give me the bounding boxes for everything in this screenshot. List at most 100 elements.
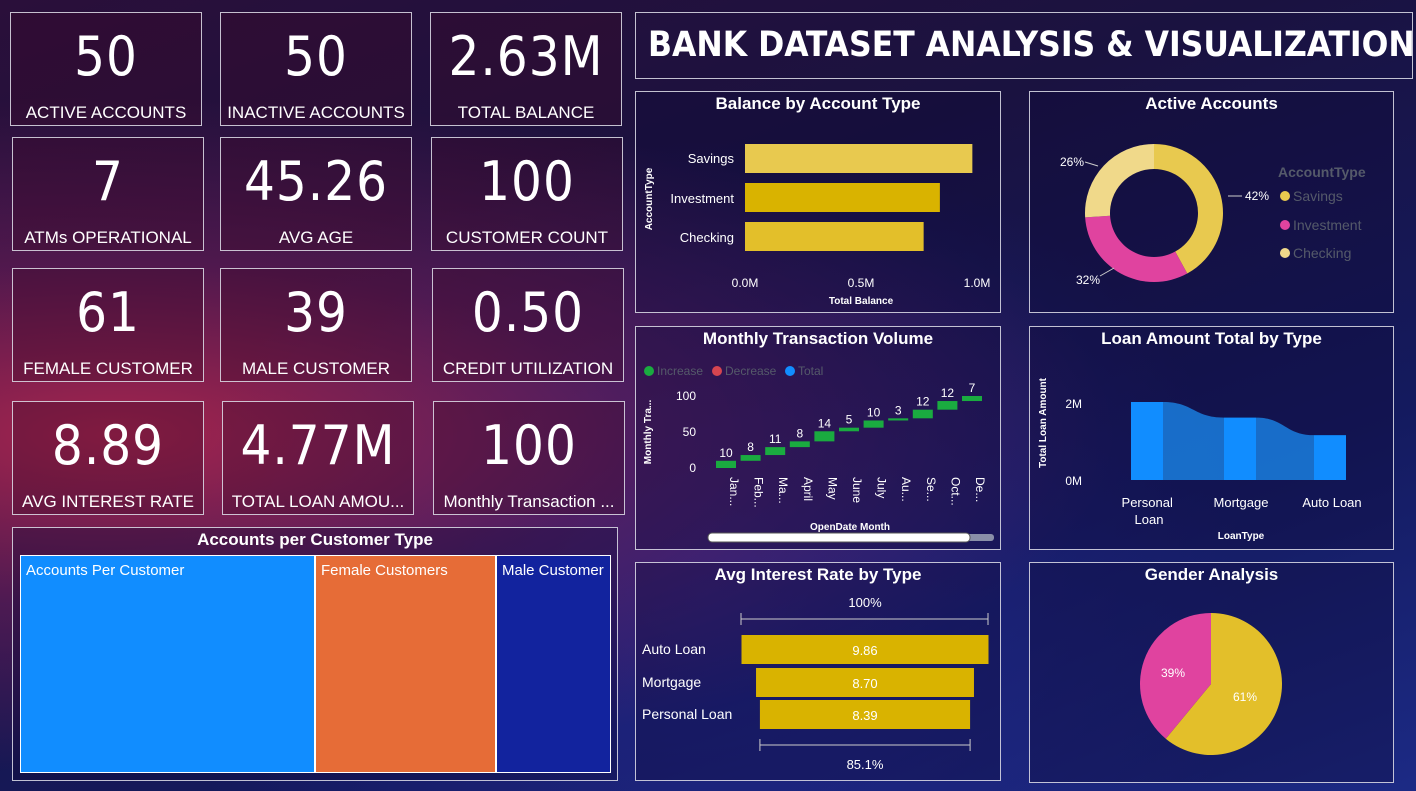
category-label: Auto Loan (642, 641, 706, 657)
treemap-label: Male Customer (502, 562, 604, 579)
x-axis-label: Total Balance (829, 296, 894, 307)
loan-bar-auto (1314, 435, 1346, 480)
kpi-card-monthly-transaction: 100 Monthly Transaction ... (433, 401, 625, 515)
interest-rate-panel: Avg Interest Rate by Type 100% Auto Loan… (635, 562, 1001, 781)
balance-chart-panel: Balance by Account Type AccountType Savi… (635, 91, 1001, 313)
waterfall-bar (789, 441, 810, 448)
category-label-line: Personal (1122, 495, 1173, 510)
kpi-value: 50 (74, 25, 138, 88)
waterfall-value-label: 10 (867, 405, 881, 419)
dashboard-header: BANK DATASET ANALYSIS & VISUALIZATION (635, 12, 1415, 79)
waterfall-bar (888, 418, 909, 421)
waterfall-value-label: 8 (747, 440, 754, 454)
month-label: May (825, 477, 839, 500)
waterfall-value-label: 8 (796, 426, 803, 440)
kpi-label: ACTIVE ACCOUNTS (25, 103, 187, 122)
kpi-label: ATMs OPERATIONAL (24, 228, 192, 247)
kpi-label: AVG INTEREST RATE (22, 492, 194, 511)
kpi-value: 100 (479, 150, 575, 213)
donut-label: 42% (1245, 189, 1269, 203)
treemap-cell-accounts[interactable]: Accounts Per Customer (20, 555, 315, 773)
kpi-card-female: 61 FEMALE CUSTOMER (12, 268, 204, 382)
kpi-label: Monthly Transaction ... (443, 492, 615, 511)
month-label: Oct... (948, 477, 962, 506)
interest-funnel-chart: 100% Auto Loan Mortgage Personal Loan 9.… (642, 595, 989, 772)
waterfall-value-label: 12 (916, 395, 930, 409)
waterfall-bar (814, 431, 835, 442)
monthly-transaction-panel: Monthly Transaction Volume Increase Decr… (635, 326, 1001, 550)
donut-slice-savings (1154, 144, 1223, 274)
waterfall-value-label: 3 (895, 403, 902, 417)
waterfall-bar (716, 460, 736, 468)
loan-ribbon-chart: Total Loan Amount 2M 0M Personal Loan Mo… (1038, 377, 1362, 542)
x-tick: 1.0M (964, 276, 991, 290)
month-label: April (801, 477, 815, 501)
active-accounts-donut: 26% 42% 32% AccountType Savings Investme… (1060, 144, 1366, 287)
kpi-card-avg-interest: 8.89 AVG INTEREST RATE (12, 401, 204, 515)
legend-dot-total (785, 366, 795, 376)
category-label: Personal Loan (642, 706, 732, 722)
kpi-value: 45.26 (243, 150, 389, 213)
loan-amount-panel: Loan Amount Total by Type Total Loan Amo… (1029, 326, 1394, 550)
legend-dot-increase (644, 366, 654, 376)
kpi-card-inactive-accounts: 50 INACTIVE ACCOUNTS (220, 12, 412, 126)
kpi-label: FEMALE CUSTOMER (23, 359, 193, 378)
y-tick: 2M (1065, 397, 1082, 411)
kpi-card-atms: 7 ATMs OPERATIONAL (12, 137, 204, 251)
month-label: June (850, 477, 864, 503)
legend-item: Checking (1293, 245, 1351, 261)
y-tick: 0 (689, 461, 696, 475)
month-label: Au... (899, 477, 913, 502)
kpi-label: CUSTOMER COUNT (445, 228, 609, 247)
kpi-value: 100 (481, 414, 577, 477)
kpi-label: INACTIVE ACCOUNTS (227, 103, 405, 122)
month-label: July (875, 477, 889, 498)
category-label: Mortgage (642, 674, 701, 690)
donut-slice-investment (1085, 215, 1188, 282)
kpi-label: TOTAL LOAN AMOU... (231, 492, 405, 511)
waterfall-bar (839, 427, 859, 432)
kpi-value: 2.63M (448, 25, 604, 88)
y-tick: 0M (1065, 474, 1082, 488)
kpi-label: TOTAL BALANCE (457, 103, 595, 122)
waterfall-value-label: 12 (941, 386, 955, 400)
legend-item: Decrease (725, 364, 777, 378)
waterfall-bar (765, 447, 786, 456)
x-tick: 0.5M (848, 276, 875, 290)
kpi-card-avg-age: 45.26 AVG AGE (220, 137, 412, 251)
category-label-line: Loan (1135, 512, 1164, 527)
waterfall-value-label: 14 (818, 416, 832, 430)
category-label: Auto Loan (1302, 495, 1361, 510)
funnel-bottom-percent: 85.1% (847, 757, 884, 772)
legend-item: Investment (1293, 217, 1362, 233)
kpi-value: 50 (284, 25, 348, 88)
y-tick: 100 (676, 389, 696, 403)
waterfall-bar (863, 420, 884, 428)
legend-item: Increase (657, 364, 703, 378)
kpi-card-male: 39 MALE CUSTOMER (220, 268, 412, 382)
treemap-title: Accounts per Customer Type (197, 530, 433, 549)
funnel-value: 9.86 (852, 643, 877, 658)
donut-slice-checking (1085, 144, 1154, 218)
kpi-value: 61 (76, 281, 140, 344)
legend-dot (1280, 248, 1290, 258)
month-label: Ma... (776, 477, 790, 504)
ribbon-connector (1256, 417, 1314, 480)
funnel-value: 8.70 (852, 676, 877, 691)
scrollbar-thumb[interactable] (707, 532, 971, 543)
legend-dot (1280, 191, 1290, 201)
month-label: De... (973, 477, 987, 502)
legend-dot (1280, 220, 1290, 230)
treemap-cell-female[interactable]: Female Customers (315, 555, 496, 773)
page-title: BANK DATASET ANALYSIS & VISUALIZATION (648, 25, 1415, 65)
kpi-label: CREDIT UTILIZATION (442, 359, 614, 378)
treemap-cell-male[interactable]: Male Customer (496, 555, 611, 773)
waterfall-bar (937, 401, 958, 410)
kpi-card-total-balance: 2.63M TOTAL BALANCE (430, 12, 622, 126)
treemap-label: Female Customers (321, 562, 448, 579)
kpi-card-customer-count: 100 CUSTOMER COUNT (431, 137, 623, 251)
loan-bar-mortgage (1224, 417, 1256, 480)
kpi-card-active-accounts: 50 ACTIVE ACCOUNTS (10, 12, 202, 126)
bar-savings (745, 144, 973, 173)
category-label: Savings (688, 151, 735, 166)
